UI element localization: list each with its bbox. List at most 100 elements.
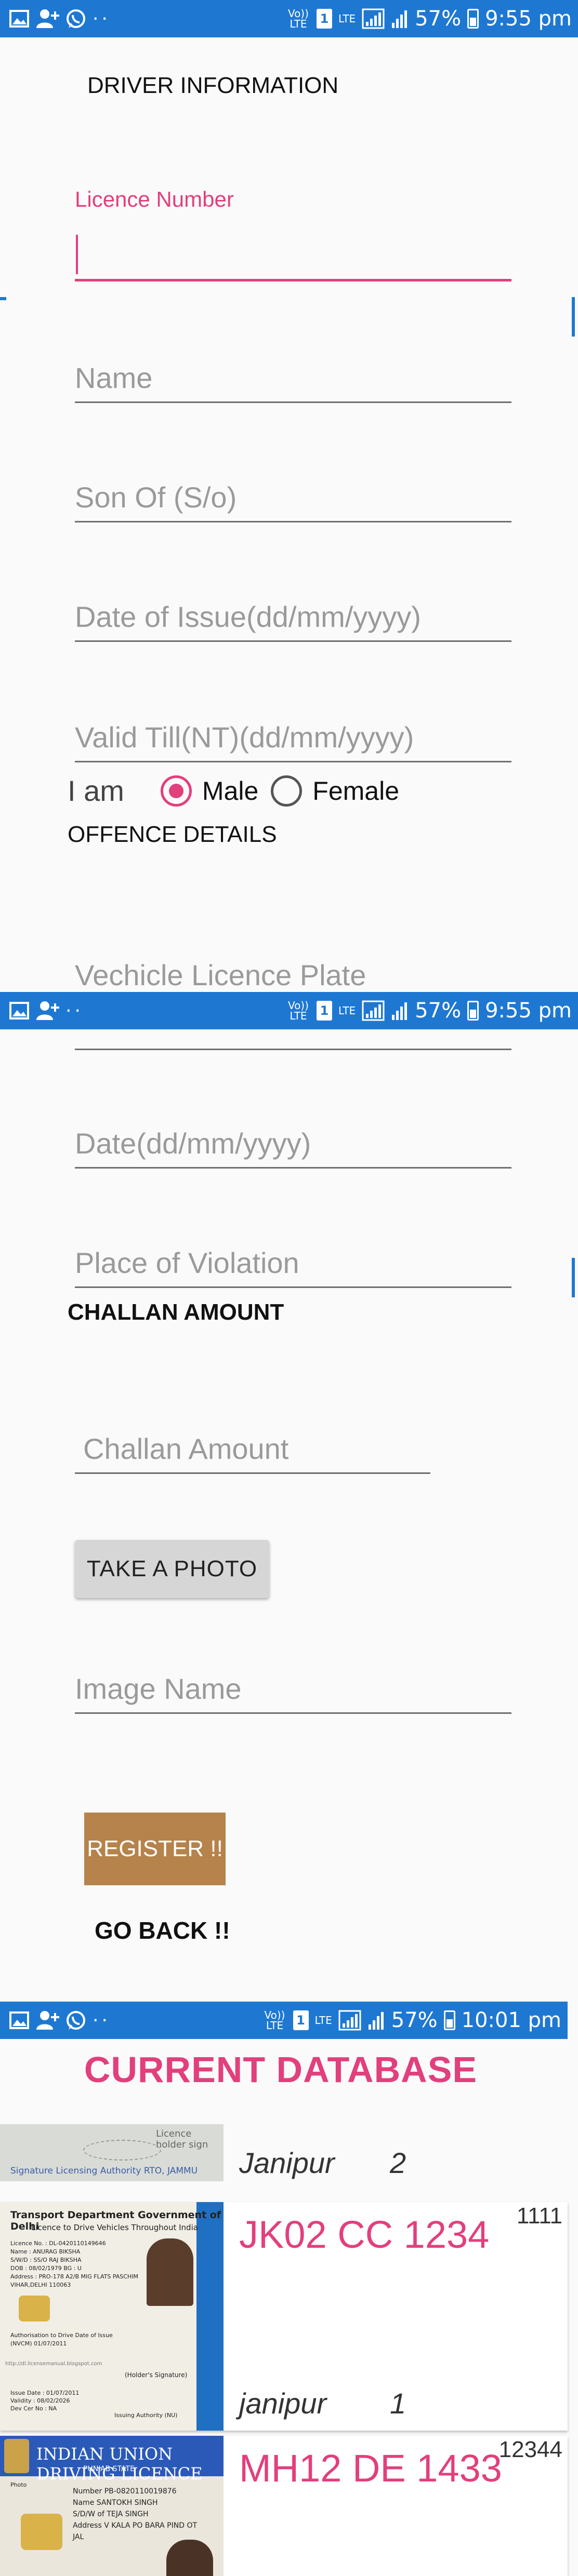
place-of-violation-field[interactable]: Place of Violation bbox=[75, 1216, 511, 1288]
battery-icon bbox=[443, 2010, 455, 2030]
licence-details: Licence No. : DL-0420110149646 Name : AN… bbox=[10, 2239, 151, 2289]
name-underline bbox=[75, 401, 511, 403]
date-of-issue-field[interactable]: Date of Issue(dd/mm/yyyy) bbox=[75, 557, 511, 642]
valid-till-underline bbox=[75, 761, 511, 762]
scroll-edge-right[interactable] bbox=[572, 1258, 575, 1297]
valid-till-placeholder: Valid Till(NT)(dd/mm/yyyy) bbox=[75, 721, 414, 754]
name-field[interactable]: Name bbox=[75, 318, 511, 403]
date-field[interactable]: Date(dd/mm/yyyy) bbox=[75, 1097, 511, 1169]
licence-url: http://dl.licensemanual.blogspot.com bbox=[5, 2361, 102, 2367]
page: ·· Vo)) LTE 1 LTE 57% 9:55 pm DRIVER INF… bbox=[0, 0, 578, 2576]
sim-icon: 1 bbox=[316, 1001, 332, 1021]
person-add-notification-icon bbox=[35, 8, 59, 29]
male-label[interactable]: Male bbox=[202, 776, 258, 806]
battery-icon bbox=[467, 9, 479, 29]
status-bar: ·· Vo)) LTE 1 LTE 57% 10:01 pm bbox=[0, 2002, 568, 2039]
signal-icon bbox=[362, 8, 385, 29]
scroll-edge-left bbox=[0, 297, 6, 300]
name-placeholder: Name bbox=[75, 361, 153, 394]
challan-amount-field[interactable]: Challan Amount bbox=[75, 1393, 430, 1474]
lte-indicator: LTE bbox=[338, 1004, 356, 1017]
chip-icon bbox=[21, 2514, 62, 2550]
licence-footer: Issue Date : 01/07/2011 Validity : 08/02… bbox=[10, 2389, 79, 2412]
licence-class: (NVCM) 01/07/2011 bbox=[10, 2340, 67, 2347]
record-plate: JK02 CC 1234 bbox=[239, 2213, 490, 2256]
signal-icon bbox=[338, 2010, 361, 2031]
son-of-field[interactable]: Son Of (S/o) bbox=[75, 437, 511, 522]
chip-icon bbox=[19, 2296, 50, 2322]
list-item[interactable]: Licence holder sign Signature Licensing … bbox=[0, 2124, 568, 2186]
licence-line: Name : ANURAG BIKSHA bbox=[10, 2248, 81, 2255]
registration-screen-top: DRIVER INFORMATION Licence Number Name S… bbox=[0, 37, 578, 992]
valid-till-field[interactable]: Valid Till(NT)(dd/mm/yyyy) bbox=[75, 677, 511, 762]
person-add-notification-icon bbox=[35, 2010, 59, 2031]
licence-image: Transport Department Government of Delhi… bbox=[0, 2202, 224, 2431]
lte-indicator: LTE bbox=[314, 2014, 332, 2027]
record-plate: MH12 DE 1433 bbox=[239, 2447, 502, 2490]
record-city: janipur bbox=[239, 2387, 327, 2420]
sim-icon: 1 bbox=[293, 2010, 309, 2030]
volte-indicator: Vo)) LTE bbox=[264, 2009, 285, 2032]
licence-line: DOB : 08/02/1979 BG : U bbox=[10, 2265, 82, 2272]
list-item[interactable]: Transport Department Government of Delhi… bbox=[0, 2202, 568, 2431]
licence-signature-text: Signature Licensing Authority RTO, JAMMU bbox=[10, 2166, 198, 2176]
image-name-field[interactable]: Image Name bbox=[75, 1641, 511, 1714]
emblem-icon bbox=[4, 2439, 29, 2473]
status-right-icons: Vo)) LTE 1 LTE 57% 9:55 pm bbox=[286, 999, 572, 1023]
battery-percent: 57% bbox=[415, 999, 462, 1023]
take-photo-button[interactable]: TAKE A PHOTO bbox=[75, 1540, 269, 1598]
gallery-notification-icon bbox=[9, 2011, 29, 2029]
licence-holder-sig: (Holder's Signature) bbox=[125, 2371, 188, 2379]
driver-section-title: DRIVER INFORMATION bbox=[87, 73, 339, 98]
licence-subheader: Licence to Drive Vehicles Throughout Ind… bbox=[31, 2223, 198, 2232]
status-bar: ·· Vo)) LTE 1 LTE 57% 9:55 pm bbox=[0, 992, 578, 1029]
status-left-icons: ·· bbox=[9, 2010, 111, 2031]
battery-percent: 57% bbox=[415, 7, 462, 31]
licence-subheader: PUNJAB STATE bbox=[83, 2465, 135, 2473]
go-back-link[interactable]: GO BACK !! bbox=[95, 1916, 230, 1944]
licence-line: Address V KALA PO BARA PIND OT bbox=[73, 2521, 198, 2530]
gender-radio-group: I am Male Female bbox=[68, 774, 412, 808]
signal-icon bbox=[362, 1000, 385, 1021]
image-name-underline bbox=[75, 1712, 511, 1714]
register-button[interactable]: REGISTER !! bbox=[84, 1813, 226, 1885]
status-left-icons: ·· bbox=[9, 1000, 84, 1022]
gallery-notification-icon bbox=[9, 10, 29, 28]
whatsapp-notification-icon bbox=[65, 8, 86, 29]
place-underline bbox=[75, 1286, 511, 1288]
clock: 10:01 pm bbox=[461, 2008, 561, 2032]
database-title: CURRENT DATABASE bbox=[84, 2049, 478, 2090]
licence-line: Name SANTOKH SINGH bbox=[73, 2499, 158, 2507]
licence-line: S/D/W of TEJA SINGH bbox=[73, 2510, 149, 2518]
record-code: 1111 bbox=[516, 2203, 562, 2229]
licence-image: INDIAN UNION DRIVING LICENCE PUNJAB STAT… bbox=[0, 2436, 224, 2576]
son-of-placeholder: Son Of (S/o) bbox=[75, 481, 237, 514]
signal-2-icon bbox=[391, 8, 409, 29]
male-radio[interactable] bbox=[160, 775, 192, 807]
licence-stamp-text: Licence holder sign bbox=[156, 2128, 208, 2150]
photo-placeholder bbox=[166, 2540, 213, 2576]
status-right-icons: Vo)) LTE 1 LTE 57% 9:55 pm bbox=[286, 7, 572, 31]
more-notifications-icon: ·· bbox=[93, 2009, 111, 2031]
challan-section-title: CHALLAN AMOUNT bbox=[68, 1299, 284, 1325]
female-label[interactable]: Female bbox=[312, 776, 399, 806]
record-city: Janipur bbox=[239, 2146, 335, 2179]
female-radio[interactable] bbox=[271, 775, 303, 807]
gender-prompt: I am bbox=[68, 774, 124, 807]
vehicle-plate-underline-field[interactable] bbox=[75, 1029, 511, 1050]
record-number: 2 bbox=[390, 2146, 406, 2179]
licence-number-underline bbox=[75, 279, 511, 281]
record-number: 1 bbox=[390, 2387, 406, 2420]
licence-line: Licence No. : DL-0420110149646 bbox=[10, 2240, 106, 2247]
vehicle-plate-field[interactable]: Vechicle Licence Plate bbox=[75, 900, 511, 992]
list-item[interactable]: INDIAN UNION DRIVING LICENCE PUNJAB STAT… bbox=[0, 2436, 568, 2576]
date-of-issue-placeholder: Date of Issue(dd/mm/yyyy) bbox=[75, 600, 421, 633]
volte-indicator: Vo)) LTE bbox=[287, 7, 309, 30]
place-placeholder: Place of Violation bbox=[75, 1246, 299, 1279]
licence-line: S/W/D : SS/O RAJ BIKSHA bbox=[10, 2257, 82, 2263]
scroll-edge-right[interactable] bbox=[572, 297, 575, 337]
clock: 9:55 pm bbox=[485, 999, 572, 1023]
text-cursor bbox=[76, 235, 78, 274]
licence-number-field[interactable]: Licence Number bbox=[75, 146, 511, 281]
status-bar: ·· Vo)) LTE 1 LTE 57% 9:55 pm bbox=[0, 0, 578, 37]
